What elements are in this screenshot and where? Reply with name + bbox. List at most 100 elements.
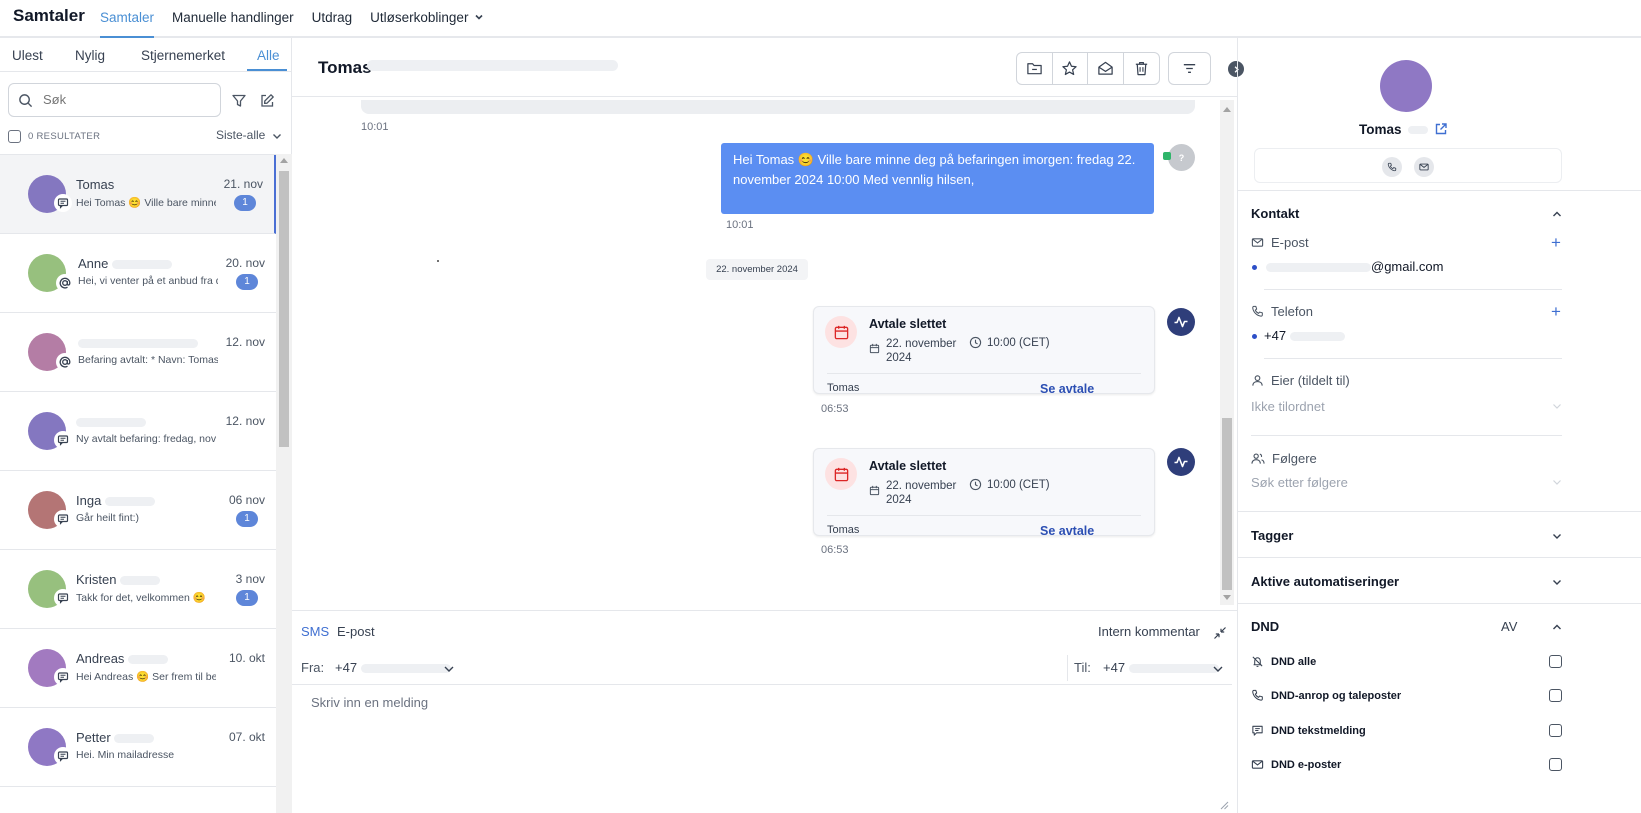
section-tagger[interactable]: Tagger: [1251, 528, 1293, 543]
nav-label: Utdrag: [311, 10, 353, 25]
see-appointment-link[interactable]: Se avtale: [1040, 382, 1094, 393]
chat-scrollbar-thumb[interactable]: [1222, 418, 1232, 590]
owner-select[interactable]: Ikke tilordnet: [1251, 399, 1325, 414]
add-email-button[interactable]: +: [1551, 234, 1561, 251]
tab-ulest[interactable]: Ulest: [12, 48, 43, 63]
tab-nylig[interactable]: Nylig: [75, 48, 105, 63]
section-kontakt[interactable]: Kontakt: [1251, 206, 1299, 221]
conversation-item[interactable]: Andreas 10. okt Hei Andreas 😊 Ser frem t…: [0, 629, 276, 708]
dot: [437, 260, 439, 262]
sms-channel-badge: [1163, 152, 1171, 160]
message-composer: SMS E-post Intern kommentar Fra: +47 Til…: [292, 610, 1237, 813]
scroll-up-arrow[interactable]: [280, 158, 288, 163]
divider: [1238, 557, 1641, 558]
conversation-item[interactable]: Inga 06 nov Går heilt fint:) 1: [0, 471, 276, 550]
top-nav: Samtaler Manuelle handlinger Utdrag Utlø…: [100, 0, 502, 38]
dnd-status: AV: [1501, 619, 1518, 634]
activity-avatar: [1167, 308, 1195, 336]
divider: [292, 96, 1237, 97]
event-date: 22. november 2024: [869, 337, 958, 365]
redacted-name: [367, 60, 618, 71]
select-all-checkbox[interactable]: [8, 129, 21, 143]
nav-samtaler[interactable]: Samtaler: [100, 0, 155, 38]
to-number-select[interactable]: +47: [1103, 660, 1219, 675]
tab-sms[interactable]: SMS: [301, 624, 329, 639]
calendar-icon: [825, 316, 857, 348]
external-link-icon[interactable]: [1434, 122, 1448, 136]
filter-icon[interactable]: [231, 93, 247, 109]
dnd-calls-checkbox[interactable]: [1549, 689, 1562, 702]
list-scrollbar-thumb[interactable]: [279, 171, 289, 447]
calendar-small-icon: [869, 485, 880, 496]
move-to-folder-button[interactable]: [1017, 53, 1053, 84]
chevron-up-icon[interactable]: [1551, 621, 1563, 633]
chevron-down-icon[interactable]: [1551, 400, 1563, 412]
conversation-item[interactable]: Petter 07. okt Hei. Min mailadresse: [0, 708, 276, 787]
resize-handle-icon[interactable]: [1220, 801, 1229, 810]
section-dnd[interactable]: DND: [1251, 619, 1279, 634]
conversation-item[interactable]: Anne 20. nov Hei, vi venter på et anbud …: [0, 234, 276, 313]
section-active-automations[interactable]: Aktive automatiseringer: [1251, 574, 1399, 589]
dnd-calls-option: DND-anrop og taleposter: [1251, 689, 1401, 702]
message-preview: Befaring avtalt: * Navn: Tomas: [78, 354, 218, 366]
see-appointment-link[interactable]: Se avtale: [1040, 524, 1094, 535]
divider: [1067, 655, 1068, 681]
sms-icon: [54, 589, 72, 607]
conversation-item[interactable]: Tomas 21. nov Hei Tomas 😊 Ville bare min…: [0, 155, 276, 234]
star-button[interactable]: [1053, 53, 1088, 84]
from-label: Fra:: [301, 660, 325, 675]
conversation-date: 12. nov: [225, 335, 265, 349]
scroll-down-arrow[interactable]: [1223, 595, 1231, 600]
phone-icon: [1387, 162, 1397, 172]
mail-icon: [1251, 760, 1264, 769]
chevron-down-icon[interactable]: [1551, 576, 1563, 588]
conversation-item[interactable]: 12. nov Ny avtalt befaring: fredag, nove…: [0, 392, 276, 471]
followers-search[interactable]: Søk etter følgere: [1251, 475, 1348, 490]
chevron-up-icon[interactable]: [1551, 208, 1563, 220]
dnd-all-checkbox[interactable]: [1549, 655, 1562, 668]
search-box[interactable]: [8, 83, 221, 117]
conversation-item[interactable]: Kristen 3 nov Takk for det, velkommen 😊 …: [0, 550, 276, 629]
event-title: Avtale slettet: [869, 317, 947, 331]
from-to-row: Fra: +47 Til: +47: [292, 651, 1232, 685]
nav-utdrag[interactable]: Utdrag: [312, 0, 353, 38]
chevron-down-icon[interactable]: [1551, 476, 1563, 488]
call-button[interactable]: [1382, 157, 1402, 177]
conversation-date: 07. okt: [228, 730, 265, 744]
dnd-text-checkbox[interactable]: [1549, 724, 1562, 737]
minimize-icon[interactable]: [1213, 626, 1227, 640]
scroll-up-arrow[interactable]: [1223, 107, 1231, 112]
star-icon: [1062, 61, 1077, 76]
mark-read-button[interactable]: [1088, 53, 1124, 84]
conversation-item[interactable]: 12. nov Befaring avtalt: * Navn: Tomas: [0, 313, 276, 392]
chevron-down-icon[interactable]: [1212, 663, 1224, 675]
chevron-down-icon[interactable]: [443, 663, 455, 675]
contact-name: Kristen: [76, 572, 161, 587]
nav-manuelle-handlinger[interactable]: Manuelle handlinger: [172, 0, 294, 38]
tab-stjernemerket[interactable]: Stjernemerket: [141, 48, 225, 63]
add-phone-button[interactable]: +: [1551, 303, 1561, 320]
tab-alle[interactable]: Alle: [257, 48, 280, 63]
chat-title: Tomas: [318, 58, 372, 77]
message-preview: Hei. Min mailadresse: [76, 749, 175, 761]
email-button[interactable]: [1414, 157, 1434, 177]
filter-messages-button[interactable]: [1168, 52, 1211, 85]
chevron-down-icon[interactable]: [1551, 530, 1563, 542]
delete-button[interactable]: [1124, 53, 1159, 84]
message-input[interactable]: Skriv inn en melding: [311, 695, 428, 710]
tab-email[interactable]: E-post: [337, 624, 375, 639]
dnd-email-option: DND e-poster: [1251, 758, 1341, 771]
conversation-date: 21. nov: [223, 177, 263, 191]
calendar-icon: [825, 458, 857, 490]
search-input[interactable]: [43, 92, 213, 107]
compose-icon[interactable]: [259, 93, 275, 109]
owner-field-label: Eier (tildelt til): [1251, 373, 1350, 388]
nav-utloserkoblinger[interactable]: Utløserkoblinger: [370, 0, 484, 38]
from-number-select[interactable]: +47: [335, 660, 451, 675]
internal-comment-tab[interactable]: Intern kommentar: [1098, 624, 1200, 639]
dnd-email-checkbox[interactable]: [1549, 758, 1562, 771]
chevron-down-icon: [273, 134, 282, 139]
sort-dropdown[interactable]: Siste-alle: [216, 128, 283, 142]
filter-lines-icon: [1183, 64, 1196, 73]
message-preview: Går heilt fint:): [76, 512, 140, 524]
